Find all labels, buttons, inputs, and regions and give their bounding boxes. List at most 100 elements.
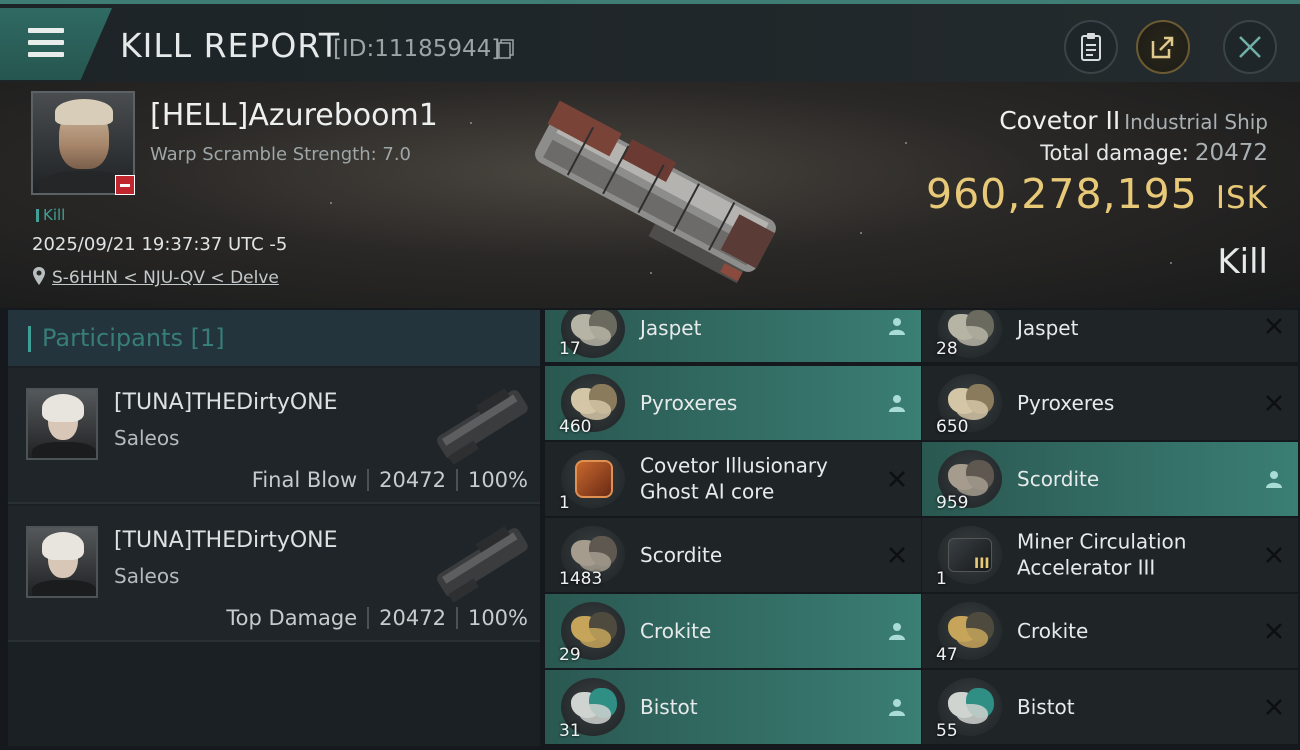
page-title: KILL REPORT [120, 26, 340, 65]
share-button[interactable] [1136, 20, 1190, 74]
item-quantity: 17 [559, 339, 581, 359]
victim-ship-name[interactable]: Covetor II Industrial Ship [999, 106, 1268, 135]
item-name: Scordite [1017, 466, 1099, 492]
participant-name: [TUNA]THEDirtyONE [114, 528, 338, 553]
item-cell[interactable]: 1483 Scordite [545, 518, 921, 592]
ship-class: Industrial Ship [1124, 110, 1268, 134]
item-name-line: Crokite [1017, 618, 1089, 643]
item-name-line: Ghost AI core [640, 480, 775, 504]
item-quantity: 29 [559, 645, 581, 665]
location-link[interactable]: S-6HHN < NJU-QV < Delve [52, 268, 279, 288]
item-cell[interactable]: III 1 Miner Circulation Accelerator III [922, 518, 1298, 592]
clipboard-icon [1081, 33, 1101, 61]
clipboard-button[interactable] [1064, 20, 1118, 74]
item-name-line: Pyroxeres [1017, 390, 1115, 415]
person-icon [889, 699, 905, 716]
item-quantity: 28 [936, 339, 958, 359]
isk-amount: 960,278,195 [926, 170, 1198, 218]
item-name-line: Miner Circulation [1017, 529, 1187, 554]
kill-location[interactable]: S-6HHN < NJU-QV < Delve [32, 266, 279, 288]
item-cell[interactable]: 29 Crokite [545, 594, 921, 668]
item-name: Crokite [640, 618, 711, 644]
person-icon [1266, 471, 1282, 488]
participants-header[interactable]: Participants [1] [8, 310, 540, 366]
item-name: Scordite [640, 542, 722, 568]
item-name-line: Scordite [640, 542, 723, 567]
item-name-line: Crokite [640, 618, 712, 643]
item-cell[interactable]: 959 Scordite [922, 442, 1298, 516]
destroyed-x-icon [1266, 318, 1282, 334]
item-cell[interactable]: 55 Bistot [922, 670, 1298, 744]
item-cell[interactable]: 31 Bistot [545, 670, 921, 744]
item-name-line: Bistot [1017, 694, 1075, 719]
item-quantity: 1483 [559, 569, 603, 589]
menu-icon-bar [28, 52, 64, 57]
close-button[interactable] [1223, 20, 1277, 74]
item-name: Bistot [1017, 694, 1075, 720]
item-cell[interactable]: 47 Crokite [922, 594, 1298, 668]
participant-stats: Final Blow 20472 100% [252, 468, 528, 492]
copy-icon[interactable] [498, 39, 514, 59]
item-name-line: Accelerator III [1017, 556, 1156, 580]
total-damage: Total damage: 20472 [1040, 140, 1268, 166]
destroyed-x-icon [1266, 547, 1282, 563]
item-name-line: Covetor Illusionary [640, 453, 828, 478]
ship-name: Covetor II [999, 106, 1121, 135]
item-name-line: Bistot [640, 694, 698, 719]
participants-label: Participants [1] [42, 324, 225, 352]
participant-stats: Top Damage 20472 100% [226, 606, 528, 630]
menu-button[interactable] [0, 8, 112, 80]
destroyed-x-icon [1266, 699, 1282, 715]
total-damage-value: 20472 [1194, 140, 1268, 166]
share-icon [1151, 36, 1174, 59]
participant-damage: 20472 [379, 468, 446, 492]
item-quantity: 55 [936, 721, 958, 741]
destroyed-x-icon [889, 471, 905, 487]
item-name: Crokite [1017, 618, 1088, 644]
destroyed-x-icon [889, 547, 905, 563]
participant-row[interactable]: [TUNA]THEDirtyONE Saleos Final Blow 20472… [8, 368, 540, 504]
item-name-line: Pyroxeres [640, 390, 738, 415]
item-cell[interactable]: 460 Pyroxeres [545, 366, 921, 440]
destroyed-x-icon [1266, 395, 1282, 411]
kill-tag: Kill [36, 206, 65, 224]
item-name-line: Jaspet [640, 315, 702, 340]
close-icon [1239, 36, 1261, 58]
item-quantity: 47 [936, 645, 958, 665]
isk-value: 960,278,195 ISK [926, 170, 1268, 218]
kill-datetime: 2025/09/21 19:37:37 UTC -5 [32, 234, 288, 255]
report-id: [ID:11185944] [333, 36, 501, 62]
item-cell[interactable]: 650 Pyroxeres [922, 366, 1298, 440]
participant-percent: 100% [467, 468, 528, 492]
item-cell[interactable]: 28 Jaspet [922, 310, 1298, 362]
victim-name[interactable]: [HELL]Azureboom1 [150, 98, 438, 133]
item-name: Bistot [640, 694, 698, 720]
item-cell[interactable]: 1 Covetor Illusionary Ghost AI core [545, 442, 921, 516]
participant-row[interactable]: [TUNA]THEDirtyONE Saleos Top Damage 20472… [8, 506, 540, 642]
warp-scramble-strength: Warp Scramble Strength: 7.0 [150, 144, 412, 165]
item-quantity: 31 [559, 721, 581, 741]
item-cell[interactable]: 17 Jaspet [545, 310, 921, 362]
participant-damage: 20472 [379, 606, 446, 630]
participant-role: Top Damage [226, 606, 358, 630]
item-name-line: Scordite [1017, 466, 1100, 491]
victim-ship-image [535, 100, 776, 284]
location-pin-icon [33, 267, 45, 285]
person-icon [889, 318, 905, 335]
item-name-line: Jaspet [1017, 315, 1079, 340]
participant-avatar[interactable] [26, 526, 98, 598]
top-bar: KILL REPORT [ID:11185944] [0, 0, 1300, 82]
item-name: Miner Circulation Accelerator III [1017, 529, 1186, 582]
menu-icon-bar [28, 40, 64, 45]
item-quantity: 1 [559, 493, 570, 513]
participant-ship: Saleos [114, 564, 180, 588]
participant-avatar[interactable] [26, 388, 98, 460]
menu-icon [28, 28, 64, 33]
participant-name: [TUNA]THEDirtyONE [114, 390, 338, 415]
item-name: Covetor Illusionary Ghost AI core [640, 453, 828, 506]
participant-ship-image [437, 526, 528, 603]
participant-role: Final Blow [251, 468, 358, 492]
item-name: Jaspet [1017, 315, 1078, 341]
item-quantity: 460 [559, 417, 592, 437]
item-quantity: 1 [936, 569, 947, 589]
